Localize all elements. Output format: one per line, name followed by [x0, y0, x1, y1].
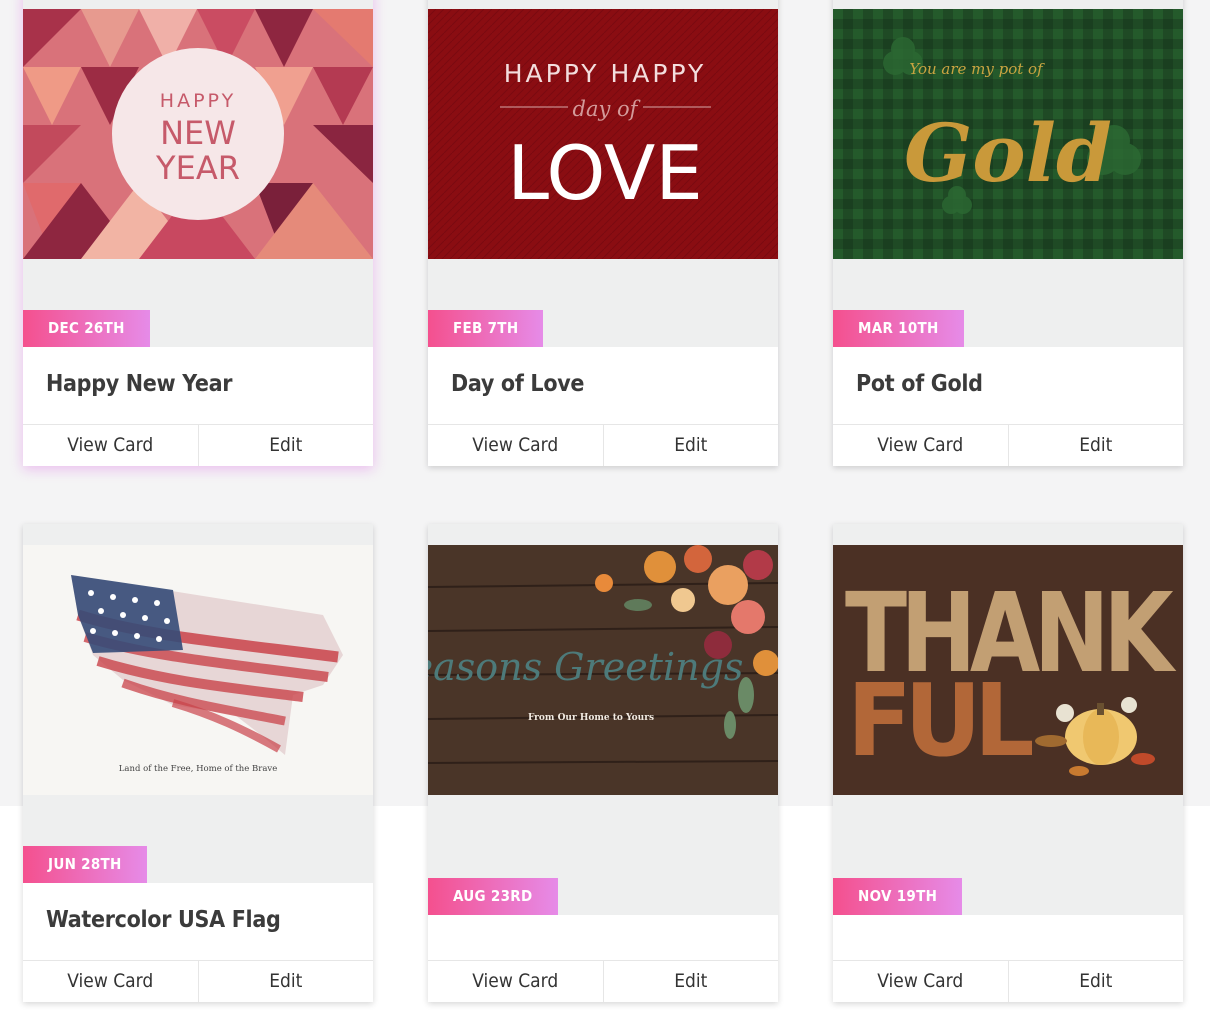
art-line-3: LOVE	[507, 129, 703, 217]
card-actions: View Card Edit	[833, 960, 1183, 1002]
thankful-art: THANK FUL	[833, 545, 1183, 795]
card-thankful: THANK FUL NOV 19TH View Card Edit	[833, 524, 1183, 1002]
edit-button[interactable]: Edit	[602, 425, 779, 466]
edit-button[interactable]: Edit	[1007, 425, 1184, 466]
edit-button[interactable]: Edit	[197, 961, 374, 1002]
card-thumbnail[interactable]: You are my pot of Gold	[833, 9, 1183, 259]
card-thumbnail[interactable]: Seasons Greetings From Our Home to Yours	[428, 545, 778, 795]
card-actions: View Card Edit	[428, 960, 778, 1002]
pot-of-gold-art: You are my pot of Gold	[833, 9, 1183, 259]
view-card-button[interactable]: View Card	[833, 961, 1008, 1002]
view-card-button[interactable]: View Card	[428, 425, 603, 466]
card-thumbnail[interactable]: Land of the Free, Home of the Brave	[23, 545, 373, 795]
date-badge: DEC 26TH	[23, 310, 150, 347]
card-watercolor-usa-flag: Land of the Free, Home of the Brave JUN …	[23, 524, 373, 1002]
card-happy-new-year: HAPPY NEW YEAR DEC 26TH Happy New Year V…	[23, 0, 373, 466]
date-badge: AUG 23RD	[428, 878, 558, 915]
view-card-button[interactable]: View Card	[23, 961, 198, 1002]
card-thumbnail[interactable]: HAPPY HAPPY day of LOVE	[428, 9, 778, 259]
date-badge: NOV 19TH	[833, 878, 963, 915]
art-line-2: From Our Home to Yours	[528, 713, 654, 723]
view-card-button[interactable]: View Card	[833, 425, 1008, 466]
day-of-love-art: HAPPY HAPPY day of LOVE	[428, 9, 778, 259]
card-actions: View Card Edit	[833, 424, 1183, 466]
art-caption: Land of the Free, Home of the Brave	[119, 764, 277, 774]
card-title: Watercolor USA Flag	[46, 907, 281, 933]
art-line-2: FUL	[847, 662, 1032, 779]
view-card-button[interactable]: View Card	[428, 961, 603, 1002]
art-line-3: YEAR	[155, 149, 240, 187]
art-line-2: NEW	[160, 114, 236, 152]
card-thumbnail[interactable]: HAPPY NEW YEAR	[23, 9, 373, 259]
art-line-2: Gold	[904, 106, 1112, 200]
seasons-greetings-art: Seasons Greetings From Our Home to Yours	[428, 545, 778, 795]
card-seasons-greetings: Seasons Greetings From Our Home to Yours…	[428, 524, 778, 1002]
card-actions: View Card Edit	[428, 424, 778, 466]
card-grid: HAPPY NEW YEAR DEC 26TH Happy New Year V…	[0, 0, 1210, 1019]
card-title: Pot of Gold	[856, 371, 983, 397]
art-line-2: day of	[573, 97, 641, 121]
card-actions: View Card Edit	[23, 960, 373, 1002]
date-badge: MAR 10TH	[833, 310, 964, 347]
card-actions: View Card Edit	[23, 424, 373, 466]
date-badge: JUN 28TH	[23, 846, 147, 883]
date-badge: FEB 7TH	[428, 310, 544, 347]
card-title: Happy New Year	[46, 371, 233, 397]
card-pot-of-gold: You are my pot of Gold MAR 10TH Pot of G…	[833, 0, 1183, 466]
card-title: Day of Love	[451, 371, 585, 397]
edit-button[interactable]: Edit	[602, 961, 779, 1002]
edit-button[interactable]: Edit	[197, 425, 374, 466]
card-day-of-love: HAPPY HAPPY day of LOVE FEB 7TH Day of L…	[428, 0, 778, 466]
new-year-geometric-art: HAPPY NEW YEAR	[23, 9, 373, 259]
art-line-1: HAPPY	[160, 90, 236, 112]
view-card-button[interactable]: View Card	[23, 425, 198, 466]
card-thumbnail[interactable]: THANK FUL	[833, 545, 1183, 795]
art-line-1: HAPPY HAPPY	[504, 59, 707, 88]
art-line-1: You are my pot of	[909, 60, 1045, 78]
usa-flag-art: Land of the Free, Home of the Brave	[23, 545, 373, 795]
art-line-1: Seasons Greetings	[428, 645, 743, 689]
edit-button[interactable]: Edit	[1007, 961, 1184, 1002]
